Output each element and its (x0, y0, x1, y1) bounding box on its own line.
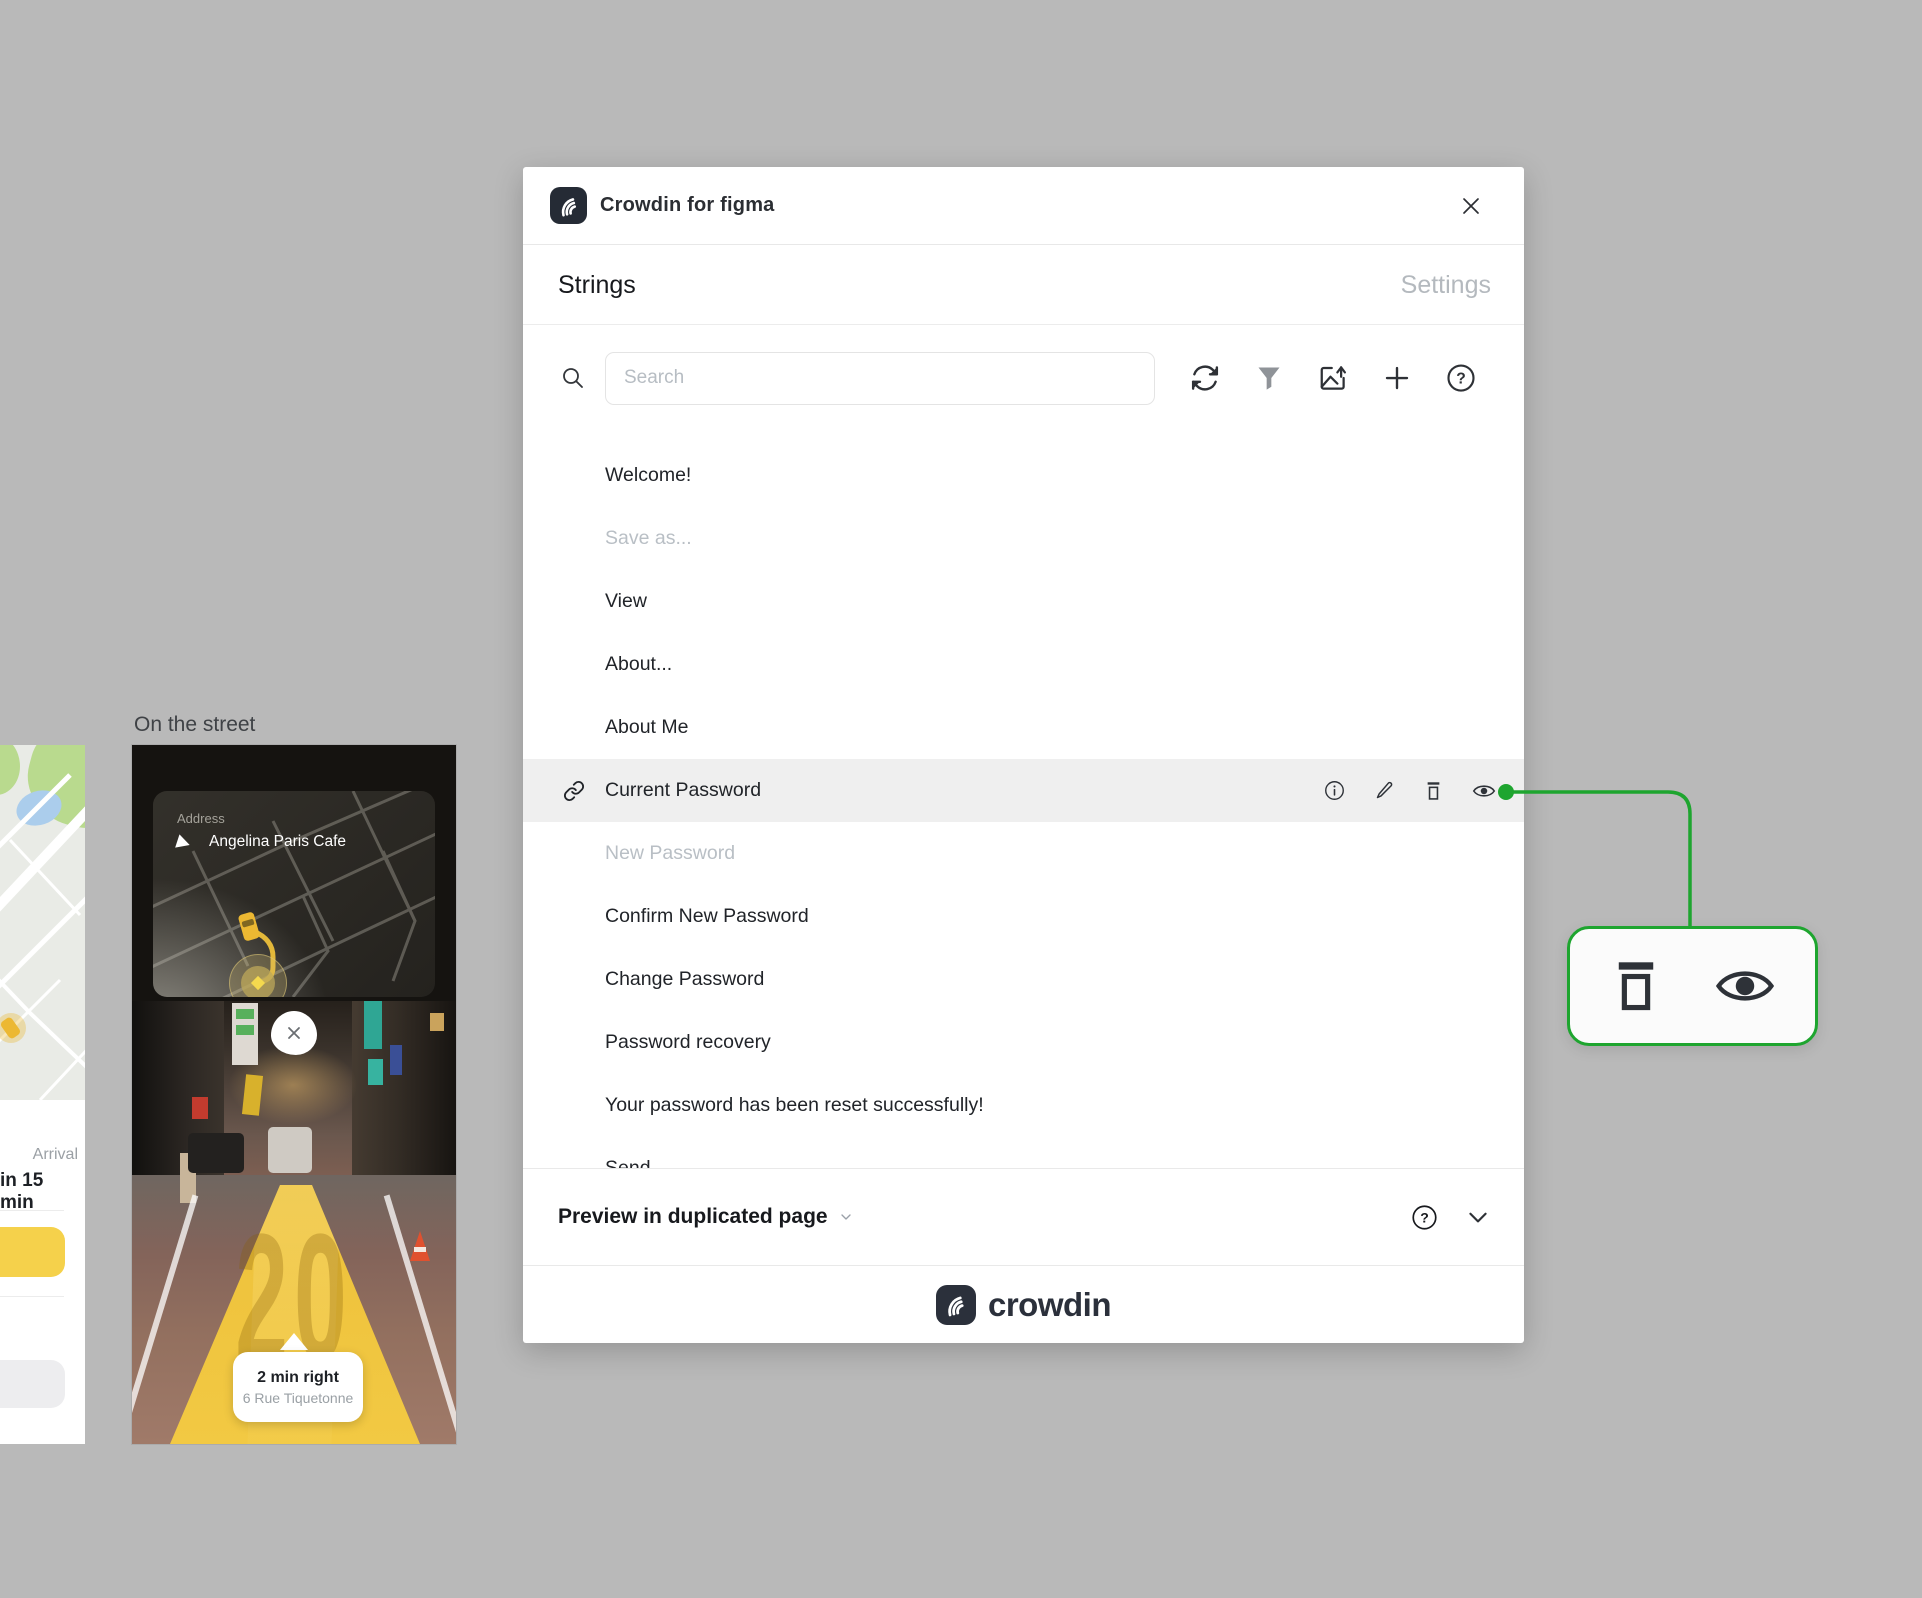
search-icon (563, 368, 583, 388)
export-image-icon (1320, 366, 1346, 390)
string-row[interactable]: Confirm New Password (523, 885, 1524, 948)
direction-arrow-icon (280, 1333, 308, 1350)
link-icon (563, 780, 585, 801)
truck (268, 1127, 312, 1173)
strings-list: Welcome! Save as... View About... About Me Cu… (523, 431, 1524, 1168)
taxi-marker (0, 1013, 26, 1043)
string-row[interactable]: View (523, 570, 1524, 633)
string-label: Your password has been reset successfull… (605, 1094, 984, 1116)
crowdin-bird-icon (561, 197, 576, 216)
arrival-value: in 15 min (0, 1170, 44, 1213)
delete-icon[interactable] (1424, 780, 1443, 802)
primary-action-button[interactable] (0, 1227, 65, 1277)
close-dialog-button[interactable] (1456, 191, 1486, 221)
preview-in-duplicated-page-toggle[interactable]: Preview in duplicated page (558, 1205, 854, 1229)
edit-icon[interactable] (1374, 780, 1395, 801)
brand-bar: crowdin (523, 1265, 1524, 1343)
map-overlay: Address Angelina Paris Cafe (132, 745, 456, 1001)
string-row[interactable]: Save as... (523, 507, 1524, 570)
string-row[interactable]: About Me (523, 696, 1524, 759)
crowdin-logo (550, 187, 587, 224)
building-sign (236, 1025, 254, 1035)
string-row[interactable]: Change Password (523, 948, 1524, 1011)
dialog-footer: Preview in duplicated page ? (523, 1168, 1524, 1265)
building-sign (368, 1059, 383, 1085)
address-map-card: Address Angelina Paris Cafe (153, 791, 435, 997)
export-image-button[interactable] (1317, 363, 1348, 394)
direction-card: 2 min right 6 Rue Tiquetonne (233, 1352, 363, 1422)
delete-icon (1618, 962, 1653, 1011)
add-icon (1385, 366, 1408, 390)
dialog-title: Crowdin for figma (600, 194, 775, 216)
string-row[interactable]: Your password has been reset successfull… (523, 1074, 1524, 1137)
frame-label: On the street (134, 713, 256, 736)
close-ar-button[interactable] (271, 1011, 317, 1055)
building-sign (390, 1045, 402, 1075)
string-label: Current Password (605, 779, 762, 801)
strings-toolbar: ? (523, 325, 1524, 431)
string-label: Send (605, 1157, 651, 1168)
search-input[interactable] (605, 351, 1155, 405)
direction-primary: 2 min right (257, 1368, 339, 1386)
string-row[interactable]: New Password (523, 822, 1524, 885)
lit-window (430, 1013, 444, 1031)
crowdin-wordmark: crowdin (987, 1285, 1112, 1323)
route-line (250, 928, 276, 985)
help-icon[interactable]: ? (1411, 1204, 1438, 1231)
string-row[interactable]: Current Password (523, 759, 1524, 822)
close-icon (288, 1027, 300, 1039)
preview-icon (1715, 971, 1774, 1001)
info-icon[interactable] (1324, 780, 1345, 801)
filter-button[interactable] (1253, 363, 1284, 394)
help-button[interactable]: ? (1445, 363, 1476, 394)
arrival-label: Arrival (32, 1146, 78, 1163)
street-sign (192, 1097, 208, 1119)
string-label: Welcome! (605, 464, 692, 486)
dialog-header: Crowdin for figma (523, 167, 1524, 245)
building-sign (364, 1001, 382, 1049)
string-label: View (605, 590, 647, 612)
help-icon: ? (1446, 364, 1475, 392)
side-phone-frame: Arrival in 15 min (0, 745, 85, 1444)
crowdin-bird-icon (948, 1296, 964, 1316)
string-label: Change Password (605, 968, 765, 990)
string-label: About Me (605, 716, 689, 738)
string-label: About... (605, 653, 673, 675)
preview-label: Preview in duplicated page (558, 1205, 828, 1228)
string-row[interactable]: Welcome! (523, 444, 1524, 507)
ride-status-panel: Arrival in 15 min (0, 1100, 85, 1444)
string-label: New Password (605, 842, 736, 864)
secondary-action-button[interactable] (0, 1360, 65, 1408)
chevron-down-icon (840, 1214, 851, 1220)
string-label: Password recovery (605, 1031, 771, 1053)
direction-secondary: 6 Rue Tiquetonne (242, 1389, 354, 1406)
string-label: Save as... (605, 527, 692, 549)
crowdin-logo (935, 1284, 976, 1325)
sync-button[interactable] (1189, 363, 1220, 394)
building-sign (236, 1009, 254, 1019)
ar-navigation-screen: 20 2 min right 6 Rue Tiquetonne Address … (131, 744, 457, 1445)
string-row[interactable]: Send (523, 1137, 1524, 1168)
add-string-button[interactable] (1381, 363, 1412, 394)
filter-icon (1258, 367, 1279, 390)
mini-map (0, 745, 85, 1100)
collapse-panel-chevron-icon[interactable] (1465, 1204, 1491, 1230)
dialog-tabs: Strings Settings (523, 246, 1524, 325)
string-row[interactable]: Password recovery (523, 1011, 1524, 1074)
string-label: Confirm New Password (605, 905, 809, 927)
close-icon (1463, 197, 1479, 214)
tab-strings[interactable]: Strings (558, 271, 636, 300)
preview-icon[interactable] (1472, 782, 1496, 800)
map-roads (0, 773, 85, 1100)
string-row[interactable]: About... (523, 633, 1524, 696)
traffic-cone (410, 1231, 430, 1261)
svg-text:?: ? (1456, 370, 1466, 387)
svg-text:?: ? (1420, 1209, 1429, 1225)
row-actions (1324, 780, 1496, 802)
parked-car (188, 1133, 244, 1173)
crowdin-plugin-dialog: Crowdin for figma Strings Settings Searc… (523, 167, 1524, 1343)
tab-settings[interactable]: Settings (1401, 271, 1491, 300)
sync-icon (1191, 365, 1218, 391)
row-actions-callout (1567, 926, 1818, 1046)
